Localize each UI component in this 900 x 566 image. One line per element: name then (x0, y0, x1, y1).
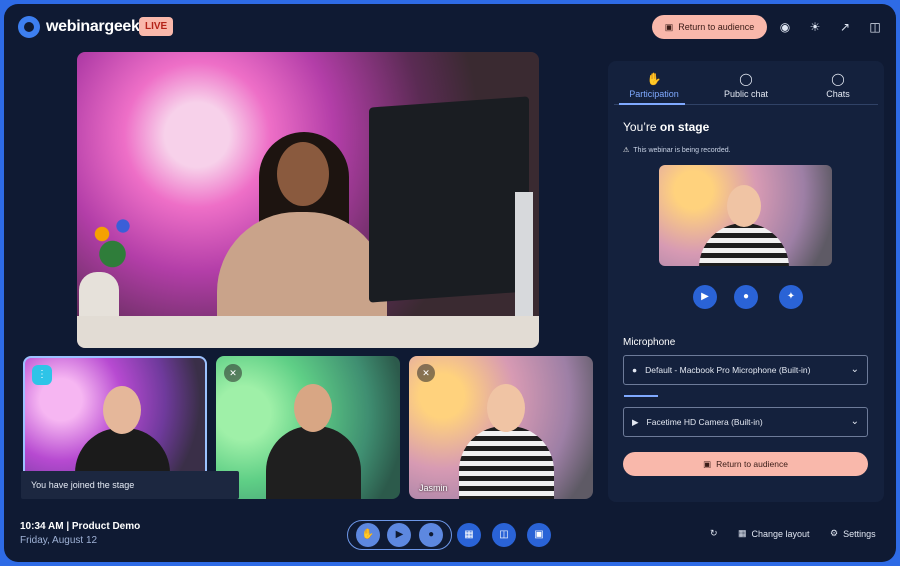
mic-level-meter (624, 395, 658, 397)
brand-logo: webinargeek (18, 16, 140, 38)
stage-title-emphasis: on stage (659, 120, 710, 134)
chevron-down-icon: ⌄ (850, 416, 859, 427)
audio-wave-icon: ⋮ (32, 365, 52, 385)
active-tab-indicator (619, 103, 685, 105)
settings-button[interactable]: ⚙ Settings (830, 528, 876, 539)
self-head (727, 185, 761, 227)
monitor-stand-decoration (515, 192, 533, 317)
return-to-audience-button[interactable]: ▣ Return to audience (652, 15, 767, 39)
participant-tile[interactable]: ✕ Jasmin (409, 356, 593, 499)
microphone-select[interactable]: ● Default - Macbook Pro Microphone (Buil… (623, 355, 868, 385)
raised-hand-icon: ✋ (646, 72, 662, 86)
layout-grid-icon: ▦ (738, 528, 747, 538)
brand-name: webinargeek (46, 18, 140, 35)
stage-title-prefix: You’re (623, 120, 660, 134)
recording-notice: ⚠ This webinar is being recorded. (623, 146, 731, 155)
media-controls: ✋ ▶ ● (347, 520, 452, 550)
self-body (699, 223, 789, 266)
camera-toggle-button[interactable]: ▶ (693, 285, 717, 309)
participant-head (103, 386, 141, 434)
toast-notification: You have joined the stage (21, 471, 239, 499)
microphone-select-value: Default - Macbook Pro Microphone (Built-… (645, 365, 811, 375)
camera-select[interactable]: ▶ Facetime HD Camera (Built-in) ⌄ (623, 407, 868, 437)
robot-icon[interactable]: ◉ (778, 20, 792, 34)
tab-chats[interactable]: ◯ Chats (792, 69, 884, 107)
speaker-head (277, 142, 329, 206)
recording-notice-text: This webinar is being recorded. (633, 146, 731, 154)
chat-bubble-icon: ◯ (739, 72, 753, 86)
participant-head (487, 384, 525, 432)
tab-label: Chats (826, 89, 850, 99)
tab-label: Public chat (723, 89, 769, 99)
top-bar: webinargeek LIVE ▣ Return to audience ◉ … (4, 4, 896, 50)
participant-body (459, 426, 554, 499)
side-panel: ✋ Participation ◯ Public chat ◯ Chats Yo… (608, 61, 884, 502)
screen-share-button[interactable]: ◫ (492, 523, 516, 547)
tab-public-chat[interactable]: ◯ Public chat (700, 69, 792, 107)
refresh-button[interactable]: ↻ (710, 528, 718, 539)
change-layout-label: Change layout (751, 528, 810, 539)
stage-status-title: You’re on stage (623, 120, 709, 134)
live-badge: LIVE (139, 17, 174, 36)
speaker-body (217, 212, 387, 332)
participant-tile[interactable]: ✕ (216, 356, 400, 499)
settings-label: Settings (843, 528, 876, 539)
flowers-decoration (81, 202, 151, 282)
participant-body (266, 426, 361, 499)
camera-select-value: Facetime HD Camera (Built-in) (646, 417, 763, 427)
mic-muted-icon: ✕ (224, 364, 242, 382)
external-link-icon[interactable]: ↗ (838, 20, 852, 34)
gear-icon: ⚙ (830, 528, 839, 538)
effects-button[interactable]: ✦ (779, 285, 803, 309)
return-icon: ▣ (664, 21, 674, 32)
monitor-decoration (369, 96, 529, 303)
participant-name: Jasmin (419, 483, 448, 493)
presentation-button[interactable]: ▦ (457, 523, 481, 547)
camera-button[interactable]: ▶ (387, 523, 412, 547)
chevron-down-icon: ⌄ (850, 364, 859, 375)
session-date: Friday, August 12 (20, 535, 98, 546)
return-to-audience-label: Return to audience (716, 459, 788, 469)
microphone-icon: ● (632, 365, 638, 375)
return-to-audience-button[interactable]: ▣ Return to audience (623, 452, 868, 476)
microphone-button[interactable]: ● (419, 523, 444, 547)
refresh-icon: ↻ (710, 528, 718, 538)
camera-icon: ▶ (632, 416, 639, 427)
warning-icon: ⚠ (623, 147, 630, 154)
chat-bubble-icon: ◯ (831, 72, 845, 86)
tab-label: Participation (629, 89, 679, 99)
mic-toggle-button[interactable]: ● (734, 285, 758, 309)
microphone-label: Microphone (623, 337, 676, 348)
desk-decoration (77, 316, 539, 348)
brightness-icon[interactable]: ☀ (808, 20, 822, 34)
session-time-title: 10:34 AM | Product Demo (20, 521, 141, 532)
app-window: webinargeek LIVE ▣ Return to audience ◉ … (4, 4, 896, 562)
participant-head (294, 384, 332, 432)
self-preview-video (659, 165, 832, 266)
main-video[interactable] (77, 52, 539, 348)
image-button[interactable]: ▣ (527, 523, 551, 547)
logo-icon (18, 16, 40, 38)
mic-muted-icon: ✕ (417, 364, 435, 382)
tab-participation[interactable]: ✋ Participation (608, 69, 700, 107)
raise-hand-button[interactable]: ✋ (355, 523, 380, 547)
sidebar-toggle-icon[interactable]: ◫ (868, 20, 882, 34)
return-icon: ▣ (703, 458, 712, 469)
panel-tabs: ✋ Participation ◯ Public chat ◯ Chats (608, 69, 884, 107)
return-to-audience-label: Return to audience (678, 22, 755, 32)
change-layout-button[interactable]: ▦ Change layout (738, 528, 810, 539)
session-info: 10:34 AM | Product Demo Friday, August 1… (20, 521, 140, 546)
